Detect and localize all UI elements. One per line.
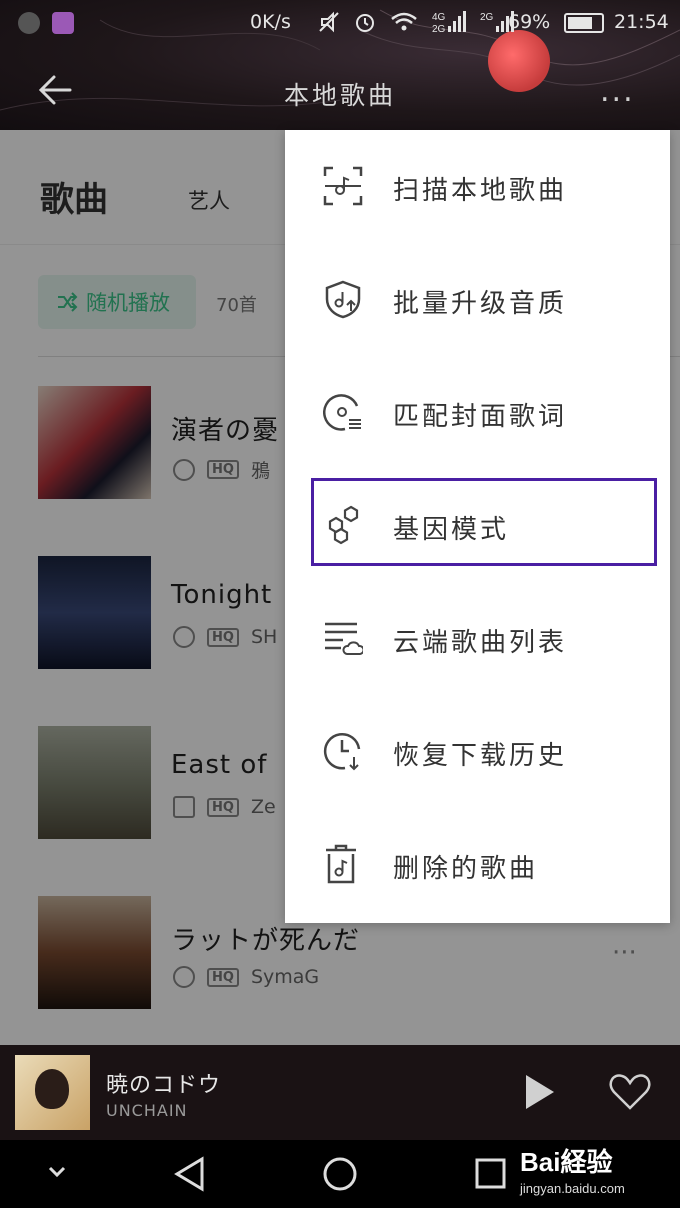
svg-text:4G: 4G (432, 12, 446, 23)
now-playing-cover (15, 1055, 90, 1130)
title-bar: 本地歌曲 ... (0, 60, 680, 120)
svg-text:2G: 2G (432, 24, 446, 34)
scan-music-icon (323, 166, 363, 206)
cloud-list-icon (325, 622, 363, 655)
heart-icon[interactable] (608, 1073, 652, 1111)
menu-item-scan-local-songs[interactable]: 扫描本地歌曲 (285, 130, 670, 243)
menu-item-label: 云端歌曲列表 (393, 628, 568, 658)
notification-icon (18, 12, 40, 34)
status-bar: 0K/s 4G 2G 2G 69% 21:54 (0, 0, 680, 48)
menu-item-label: 删除的歌曲 (393, 854, 539, 884)
menu-item-label: 批量升级音质 (393, 289, 568, 319)
signal-4g-icon: 4G2G (432, 11, 466, 34)
menu-item-cloud-song-list[interactable]: 云端歌曲列表 (285, 582, 670, 695)
trash-music-icon (326, 844, 356, 884)
more-menu-icon[interactable]: ... (600, 74, 635, 109)
match-cover-lyrics-icon (323, 394, 361, 431)
watermark-url: jingyan.baidu.com (520, 1181, 625, 1196)
battery-percent: 69% (508, 11, 551, 33)
play-icon[interactable] (522, 1073, 556, 1111)
menu-item-label: 恢复下载历史 (393, 741, 568, 771)
mute-icon (319, 11, 339, 33)
menu-item-label: 扫描本地歌曲 (393, 176, 568, 206)
mini-player[interactable]: 暁のコドウ UNCHAIN (0, 1045, 680, 1140)
alarm-icon (356, 14, 374, 32)
watermark-brand: Bai経验 (520, 1147, 613, 1177)
svg-text:2G: 2G (480, 12, 494, 23)
menu-item-restore-download-history[interactable]: 恢复下载历史 (285, 695, 670, 808)
wifi-icon (391, 12, 417, 31)
restore-history-icon (323, 733, 361, 771)
quality-upgrade-icon (325, 280, 361, 319)
baidu-jingyan-watermark: Bai経验 jingyan.baidu.com (520, 1142, 625, 1196)
menu-item-batch-upgrade-quality[interactable]: 批量升级音质 (285, 243, 670, 356)
header: 0K/s 4G 2G 2G 69% 21:54 本地歌曲 ... (0, 0, 680, 130)
menu-item-label: 匹配封面歌词 (393, 402, 568, 432)
menu-item-deleted-songs[interactable]: 删除的歌曲 (285, 808, 670, 921)
menu-item-match-cover-lyrics[interactable]: 匹配封面歌词 (285, 356, 670, 469)
page-title: 本地歌曲 (283, 81, 396, 110)
battery-icon (564, 13, 604, 33)
back-triangle-icon[interactable] (172, 1156, 208, 1192)
home-circle-icon[interactable] (322, 1156, 358, 1192)
hide-nav-chevron-icon[interactable] (46, 1156, 68, 1186)
highlight-box (311, 478, 657, 566)
clock: 21:54 (614, 11, 669, 33)
gallery-app-icon (52, 12, 74, 34)
now-playing-artist: UNCHAIN (106, 1101, 188, 1120)
network-rate: 0K/s (250, 11, 291, 33)
recent-apps-square-icon[interactable] (474, 1156, 508, 1190)
now-playing-title: 暁のコドウ (106, 1073, 222, 1098)
